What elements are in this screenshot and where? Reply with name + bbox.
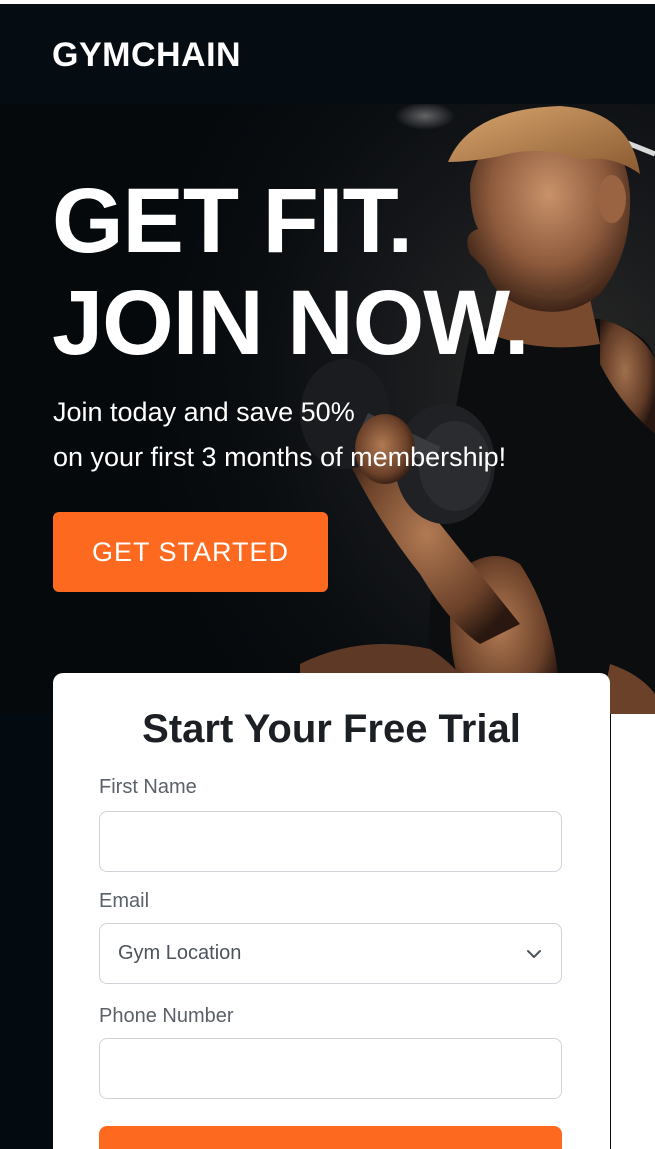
form-title: Start Your Free Trial [142,707,521,751]
brand-logo[interactable]: GYMCHAIN [52,36,241,75]
chevron-down-icon [527,949,541,958]
hero-title-line-1: GET FIT. [52,170,413,272]
site-header: GYMCHAIN [0,4,655,104]
first-name-input[interactable] [99,811,562,872]
phone-number-label: Phone Number [99,1005,234,1027]
phone-number-input[interactable] [99,1038,562,1099]
hero-section: GET FIT. JOIN NOW. Join today and save 5… [0,104,655,714]
gym-location-select[interactable]: Gym Location [99,923,562,984]
hero-subtitle: Join today and save 50% on your first 3 … [53,390,506,480]
hero-subtitle-line-2: on your first 3 months of membership! [53,442,507,472]
first-name-label: First Name [99,776,197,798]
get-started-button[interactable]: GET STARTED [53,512,328,592]
free-trial-form: Start Your Free Trial First Name Email G… [53,673,610,1149]
page: GYMCHAIN GET FIT. JOIN NOW. Join today a… [0,0,655,1149]
hero-subtitle-line-1: Join today and save 50% [53,397,355,427]
hero-title-line-2: JOIN NOW. [52,272,530,374]
gym-location-select-value: Gym Location [118,942,242,964]
submit-button[interactable] [99,1126,562,1149]
email-label: Email [99,890,150,912]
hero-title: GET FIT. JOIN NOW. [52,170,530,374]
page-margin [611,713,655,1149]
